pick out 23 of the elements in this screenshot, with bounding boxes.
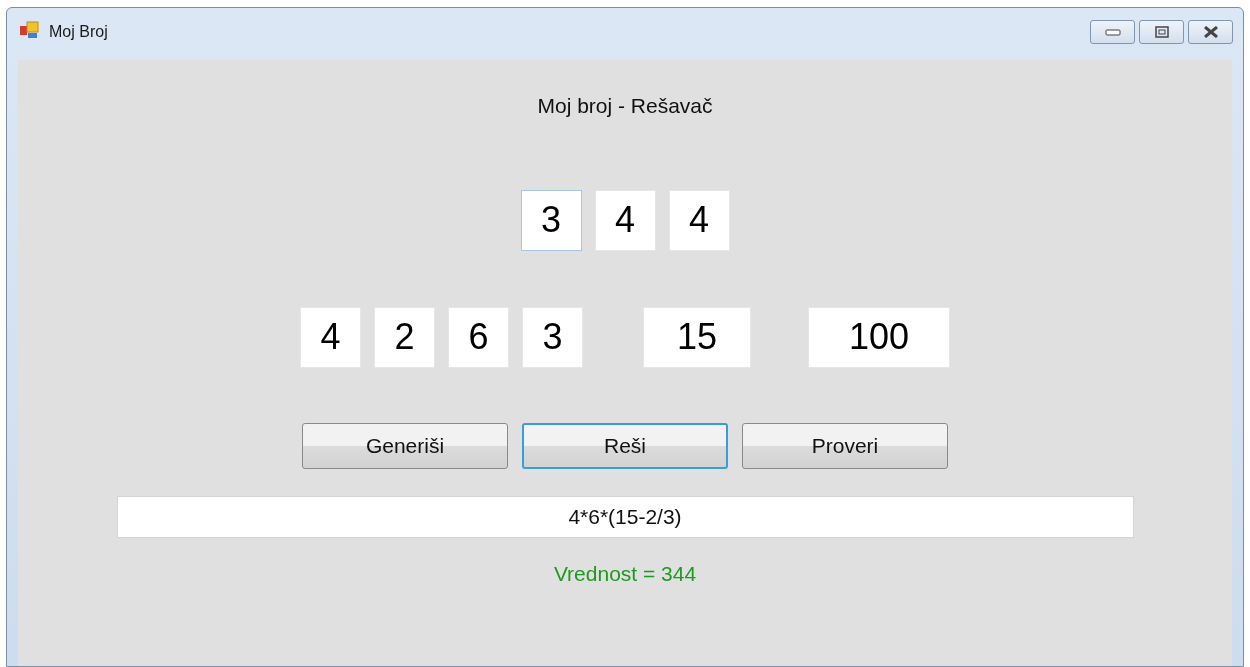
action-button[interactable]: Generiši: [302, 422, 508, 469]
number-field[interactable]: 100: [808, 306, 950, 368]
target-digit-field[interactable]: 4: [668, 189, 730, 251]
number-field[interactable]: 2: [374, 306, 435, 368]
window-title: Moj Broj: [49, 22, 108, 42]
close-icon: [1202, 26, 1219, 38]
number-field[interactable]: 6: [448, 306, 509, 368]
maximize-icon: [1154, 26, 1169, 38]
action-button[interactable]: Reši: [522, 422, 728, 469]
app-icon: [19, 20, 41, 40]
result-text: Vrednost = 344: [553, 560, 697, 587]
close-button[interactable]: [1188, 20, 1233, 44]
maximize-button[interactable]: [1139, 20, 1184, 44]
target-digit-field[interactable]: 4: [594, 189, 656, 251]
expression-field[interactable]: 4*6*(15-2/3): [116, 495, 1134, 538]
minimize-button[interactable]: [1090, 20, 1135, 44]
target-digit-field[interactable]: 3: [520, 189, 582, 251]
number-field[interactable]: 4: [300, 306, 361, 368]
number-field[interactable]: 3: [522, 306, 583, 368]
minimize-icon: [1104, 28, 1121, 36]
heading: Moj broj - Rešavač: [537, 93, 713, 119]
action-button[interactable]: Proveri: [742, 422, 948, 469]
number-field[interactable]: 15: [643, 306, 751, 368]
